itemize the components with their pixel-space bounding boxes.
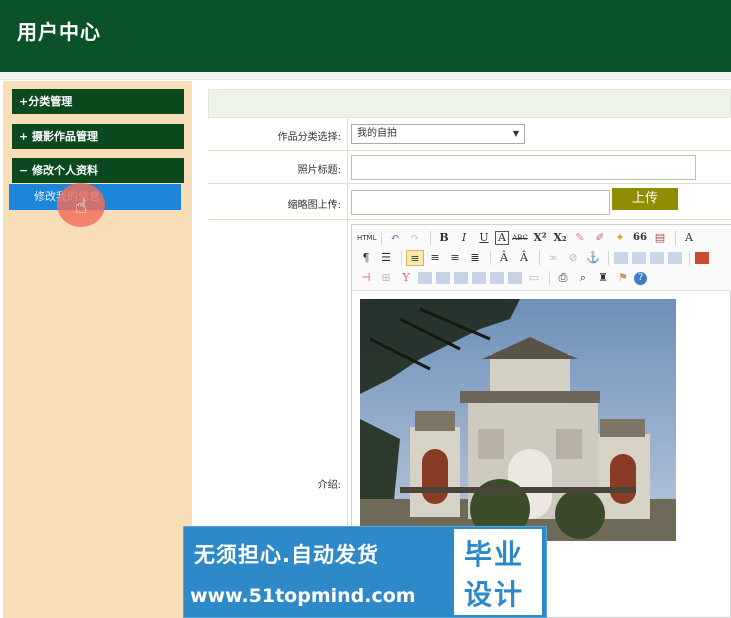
intro-label: 介绍: [317,480,341,491]
table-icon-1[interactable] [418,272,432,284]
image-left-icon[interactable] [632,252,646,264]
tolowercase-icon[interactable]: Â [515,250,533,266]
bold-icon[interactable]: B [435,230,453,246]
image-center-icon[interactable] [668,252,682,264]
strikethrough-icon[interactable]: ABC [511,230,529,246]
thumbnail-path-input[interactable] [351,190,610,215]
html-icon[interactable]: HTML [357,230,376,246]
touppercase-icon[interactable]: Â [495,250,513,266]
header: 用户中心 [0,0,731,72]
chevron-down-icon: ▼ [512,129,519,138]
watermark-badge-line2: 设计 [464,578,525,611]
table-icon-6[interactable] [508,272,522,284]
align-left-icon[interactable]: ≡ [406,250,424,266]
photo-title-input[interactable] [351,155,696,180]
removeformat-icon[interactable]: ✎ [571,230,589,246]
table-icon-7[interactable]: ▭ [525,270,543,286]
autotypeset-icon[interactable]: ✦ [611,230,629,246]
thumbnail-label: 缩略图上传: [287,200,341,211]
print-icon[interactable]: ⎙ [554,270,572,286]
table-icon-3[interactable] [454,272,468,284]
insert-col-icon[interactable]: ⊞ [377,270,395,286]
blockquote-icon[interactable]: 66 [631,230,649,246]
pasteplain-icon[interactable]: ▤ [651,230,669,246]
italic-icon[interactable]: I [455,230,473,246]
anchor-icon[interactable]: ⚓ [584,250,602,266]
upload-button[interactable]: 上传 [612,188,678,210]
hand-cursor-icon: ☝ [75,194,88,218]
page-title: 用户中心 [17,20,101,44]
preview-icon[interactable]: ⌕ [574,270,592,286]
sidebar: +分类管理 + 摄影作品管理 − 修改个人资料 [3,81,192,618]
form-column-divider [347,118,348,528]
subscript-icon[interactable]: X₂ [551,230,569,246]
category-select-value: 我的自拍 [357,128,397,139]
search-replace-icon[interactable]: ♜ [594,270,612,286]
watermark-banner: 无须担心.自动发货 www.51topmind.com 毕业 设计 [183,526,547,618]
insert-row-icon[interactable]: ⊣ [357,270,375,286]
drafts-icon[interactable]: ⚑ [614,270,632,286]
category-label: 作品分类选择: [277,132,341,143]
watermark-url: www.51topmind.com [190,585,416,607]
rtl-icon[interactable]: ¶ [357,250,375,266]
inserted-photo [360,299,676,541]
help-icon[interactable]: ? [634,271,647,285]
delete-row-icon[interactable]: Y [397,270,415,286]
watermark-badge-line1: 毕业 [464,538,525,571]
sidebar-group-profile[interactable]: − 修改个人资料 [12,158,184,183]
align-justify-icon[interactable]: ≣ [466,250,484,266]
align-right-icon[interactable]: ≡ [446,250,464,266]
underline-icon[interactable]: U [475,230,493,246]
unlink-icon[interactable]: ⊘ [564,250,582,266]
formatmatch-icon[interactable]: ✐ [591,230,609,246]
watermark-badge: 毕业 设计 [454,529,542,615]
insert-image-icon[interactable] [695,252,709,264]
link-icon[interactable]: ∞ [544,250,562,266]
category-select[interactable]: 我的自拍 ▼ [351,124,525,144]
superscript-icon[interactable]: X² [531,230,549,246]
header-divider [0,72,731,80]
table-icon-5[interactable] [490,272,504,284]
indent-icon[interactable]: ☰ [377,250,395,266]
watermark-line1: 无须担心.自动发货 [194,543,379,567]
title-label: 照片标题: [297,165,341,176]
image-right-icon[interactable] [650,252,664,264]
image-none-icon[interactable] [614,252,628,264]
forecolor-icon[interactable]: A [680,230,698,246]
align-center-icon[interactable]: ≡ [426,250,444,266]
table-icon-4[interactable] [472,272,486,284]
sidebar-group-photo-works[interactable]: + 摄影作品管理 [12,124,184,149]
redo-icon[interactable]: ↷ [406,230,424,246]
form-header-row [208,89,731,118]
fontborder-icon[interactable]: A [495,231,509,245]
editor-toolbar: HTML ↶ ↷ B I U A ABC X² X₂ ✎ ✐ ✦ 66 ▤ A … [352,225,731,291]
table-icon-2[interactable] [436,272,450,284]
undo-icon[interactable]: ↶ [386,230,404,246]
sidebar-group-category[interactable]: +分类管理 [12,89,184,114]
